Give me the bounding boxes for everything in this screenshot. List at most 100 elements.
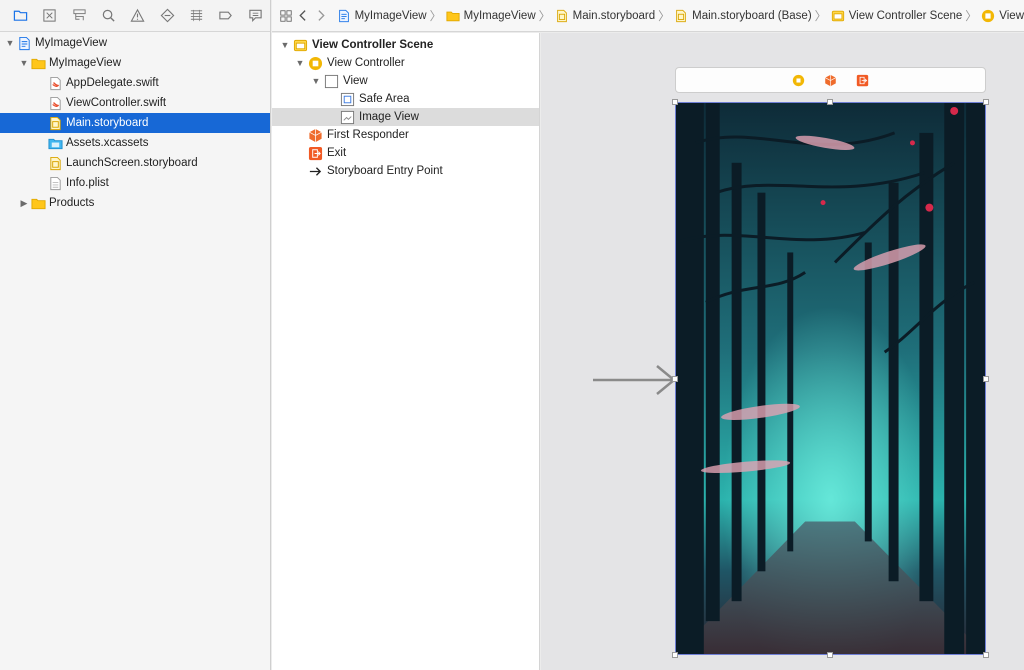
tree-row-file[interactable]: ViewController.swift: [0, 93, 270, 113]
first-responder-icon[interactable]: [824, 73, 838, 87]
group-folder-icon: [30, 55, 46, 71]
tree-row-label: ViewController.swift: [66, 97, 167, 109]
breakpoint-icon[interactable]: [211, 0, 240, 32]
test-icon[interactable]: [153, 0, 182, 32]
outline-row-image-view[interactable]: Image View: [272, 108, 539, 126]
project-navigator: ▼ MyImageView ▼ MyImageView AppDelegate.…: [0, 0, 271, 670]
storyboard-canvas[interactable]: [541, 33, 1024, 670]
breadcrumb-label: Main.storyboard (Base): [692, 9, 812, 22]
group-folder-icon: [446, 11, 460, 21]
swift-file-icon: [47, 75, 63, 91]
scene-dock: [675, 67, 986, 93]
scene-icon: [831, 10, 844, 21]
breadcrumb-label: MyImageView: [354, 9, 427, 22]
resize-handle[interactable]: [672, 376, 678, 382]
debug-icon[interactable]: [182, 0, 211, 32]
resize-handle[interactable]: [983, 376, 989, 382]
breadcrumb-view[interactable]: View: [981, 9, 1024, 23]
source-control-icon[interactable]: [35, 0, 64, 32]
tree-row-file[interactable]: Assets.xcassets: [0, 133, 270, 153]
outline-scene-title: View Controller Scene: [312, 39, 434, 51]
tree-row-label: Products: [49, 197, 95, 209]
resize-handle[interactable]: [827, 652, 833, 658]
related-items-icon[interactable]: [278, 5, 294, 27]
arrow-right-icon: [307, 163, 323, 179]
resize-handle[interactable]: [827, 99, 833, 105]
view-icon: [323, 73, 339, 89]
back-arrow-icon[interactable]: [296, 5, 312, 27]
resize-handle[interactable]: [983, 652, 989, 658]
tree-row-group[interactable]: ▼ MyImageView: [0, 53, 270, 73]
breadcrumb-label: MyImageView: [463, 9, 536, 22]
breadcrumb-separator: 〉: [965, 9, 978, 23]
storyboard-file-icon: [556, 9, 567, 22]
file-tree: ▼ MyImageView ▼ MyImageView AppDelegate.…: [0, 32, 270, 213]
breadcrumb-group[interactable]: MyImageView: [446, 9, 536, 23]
breadcrumb-label: View Controller Scene: [848, 9, 963, 22]
jump-bar: MyImageView 〉 MyImageView 〉 Main.storybo…: [272, 0, 1024, 32]
image-view[interactable]: [676, 103, 985, 654]
folder-icon[interactable]: [6, 0, 35, 32]
image-view-icon: [339, 109, 355, 125]
tree-row-group[interactable]: ▶ Products: [0, 193, 270, 213]
outline-row-safe-area[interactable]: Safe Area: [272, 90, 539, 108]
outline-row-view[interactable]: ▼ View: [272, 72, 539, 90]
outline-label: Storyboard Entry Point: [327, 165, 443, 177]
tree-row-label: LaunchScreen.storyboard: [66, 157, 198, 169]
outline-label: View Controller: [327, 57, 405, 69]
outline-row-exit[interactable]: Exit: [272, 144, 539, 162]
find-icon[interactable]: [94, 0, 123, 32]
assets-icon: [47, 135, 63, 151]
first-responder-icon: [307, 127, 323, 143]
project-icon: [16, 35, 32, 51]
breadcrumb-scene[interactable]: View Controller Scene: [831, 9, 963, 23]
outline-row-entry-point[interactable]: Storyboard Entry Point: [272, 162, 539, 180]
symbol-icon[interactable]: [65, 0, 94, 32]
tree-row-label: Main.storyboard: [66, 117, 149, 129]
forward-arrow-icon[interactable]: [313, 5, 329, 27]
issue-icon[interactable]: [123, 0, 152, 32]
breadcrumb-separator: 〉: [658, 9, 671, 23]
breadcrumb-project[interactable]: MyImageView: [337, 9, 427, 23]
breadcrumb-label: Main.storyboard: [572, 9, 656, 22]
tree-row-label: MyImageView: [49, 57, 122, 69]
disclosure-triangle-icon[interactable]: ▼: [18, 57, 30, 69]
resize-handle[interactable]: [983, 99, 989, 105]
exit-icon[interactable]: [856, 73, 870, 87]
disclosure-triangle-icon[interactable]: ▼: [278, 39, 292, 51]
view-controller-icon: [307, 55, 323, 71]
report-icon[interactable]: [241, 0, 270, 32]
disclosure-triangle-icon[interactable]: ▼: [293, 57, 307, 69]
disclosure-triangle-icon[interactable]: ▶: [18, 197, 30, 209]
entry-point-arrow-icon[interactable]: [593, 363, 677, 397]
resize-handle[interactable]: [672, 652, 678, 658]
disclosure-triangle-icon[interactable]: ▼: [309, 75, 323, 87]
scene-icon: [292, 37, 308, 53]
tree-row-file[interactable]: AppDelegate.swift: [0, 73, 270, 93]
tree-row-label: Info.plist: [66, 177, 109, 189]
breadcrumb-file[interactable]: Main.storyboard: [555, 9, 655, 23]
tree-row-project[interactable]: ▼ MyImageView: [0, 33, 270, 53]
outline-label: Image View: [359, 111, 419, 123]
outline-row-first-responder[interactable]: First Responder: [272, 126, 539, 144]
disclosure-triangle-icon[interactable]: ▼: [4, 37, 16, 49]
tree-row-label: MyImageView: [35, 37, 108, 49]
document-outline: ▼ View Controller Scene ▼ View Controlle…: [272, 33, 540, 670]
project-icon: [338, 9, 349, 22]
tree-row-file[interactable]: Info.plist: [0, 173, 270, 193]
tree-row-file-selected[interactable]: Main.storyboard: [0, 113, 270, 133]
view-controller-frame[interactable]: [672, 99, 989, 658]
storyboard-file-icon: [47, 155, 63, 171]
breadcrumb-separator: 〉: [429, 9, 442, 23]
outline-label: Exit: [327, 147, 347, 159]
safe-area-icon: [339, 91, 355, 107]
breadcrumb-localization[interactable]: Main.storyboard (Base): [674, 9, 812, 23]
outline-row-view-controller[interactable]: ▼ View Controller: [272, 54, 539, 72]
tree-row-file[interactable]: LaunchScreen.storyboard: [0, 153, 270, 173]
outline-label: First Responder: [327, 129, 409, 141]
resize-handle[interactable]: [672, 99, 678, 105]
exit-icon: [307, 145, 323, 161]
storyboard-file-icon: [47, 115, 63, 131]
view-controller-icon[interactable]: [792, 73, 806, 87]
outline-row-scene[interactable]: ▼ View Controller Scene: [272, 36, 539, 54]
